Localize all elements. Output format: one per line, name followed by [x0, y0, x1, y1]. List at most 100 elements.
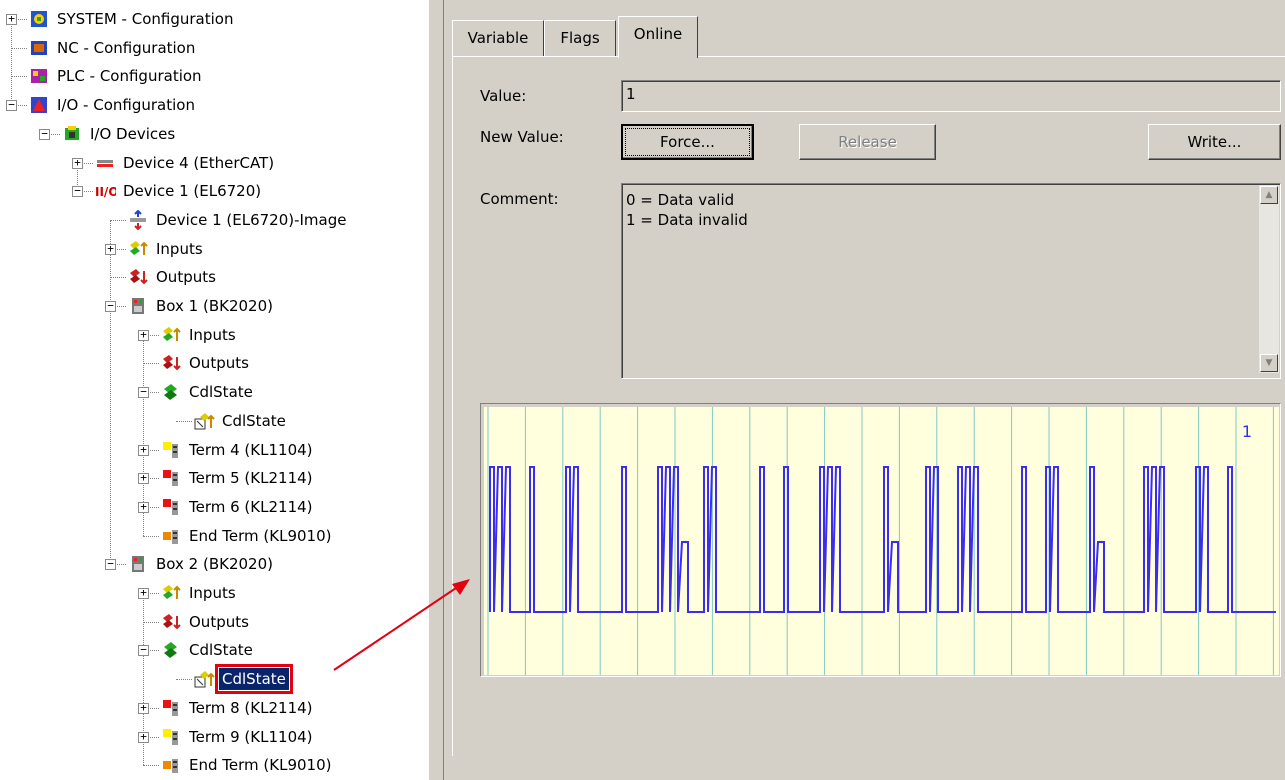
scroll-down-icon[interactable]: ▼ [1260, 354, 1278, 372]
variable-input-icon [193, 411, 215, 431]
chart-background [484, 407, 1279, 675]
nc-config-icon [28, 38, 48, 58]
inputs-icon [160, 325, 181, 345]
tree-node-label[interactable]: Term 5 (KL2114) [186, 467, 316, 489]
tree-node-label[interactable]: Term 6 (KL2114) [186, 496, 316, 518]
tree-node-label[interactable]: End Term (KL9010) [186, 754, 334, 776]
tree-node-label[interactable]: CdlState [186, 639, 256, 661]
expand-icon[interactable]: + [72, 157, 83, 169]
tree-node[interactable]: Outputs [0, 350, 428, 376]
system-config-icon [28, 9, 48, 29]
comment-box[interactable]: 0 = Data valid 1 = Data invalid ▲ ▼ [621, 183, 1281, 379]
variable-input-icon [193, 669, 215, 689]
tree-node[interactable]: + Term 9 (KL1104) [0, 724, 428, 750]
io-devices-icon [61, 124, 81, 144]
comment-line-1: 0 = Data valid [626, 191, 735, 209]
tree-node-label[interactable]: Term 9 (KL1104) [186, 726, 316, 748]
image-icon [127, 209, 147, 231]
terminal-end-icon [160, 526, 180, 546]
signal-chart: 1 [480, 403, 1281, 677]
tree-node[interactable]: − Box 1 (BK2020) [0, 293, 428, 319]
tree-node-label[interactable]: Inputs [186, 582, 239, 604]
expand-icon[interactable]: + [138, 472, 149, 485]
state-icon [160, 382, 180, 402]
expand-icon[interactable]: + [138, 444, 149, 456]
collapse-icon[interactable]: − [138, 386, 149, 399]
tree-node-label[interactable]: I/O Devices [87, 123, 178, 145]
comment-scrollbar[interactable]: ▲ ▼ [1259, 185, 1279, 373]
tree-node[interactable]: PLC - Configuration [0, 63, 428, 89]
tree-node[interactable]: CdlState [0, 408, 428, 434]
tree-node-label[interactable]: Term 8 (KL2114) [186, 697, 316, 719]
tree-node-label[interactable]: Box 2 (BK2020) [153, 553, 276, 575]
tree-node[interactable]: − CdlState [0, 379, 428, 405]
write-button[interactable]: Write... [1148, 124, 1281, 160]
collapse-icon[interactable]: − [105, 558, 116, 571]
tree-node-label[interactable]: SYSTEM - Configuration [54, 8, 236, 30]
tree-node[interactable]: + Term 8 (KL2114) [0, 695, 428, 721]
tab-online[interactable]: Online [618, 16, 698, 58]
tree-node-label[interactable]: I/O - Configuration [54, 94, 198, 116]
tree-node[interactable]: + Inputs [0, 322, 428, 348]
collapse-icon[interactable]: − [105, 300, 116, 312]
box-icon [127, 296, 147, 316]
tree-node-label[interactable]: PLC - Configuration [54, 65, 205, 87]
collapse-icon[interactable]: − [138, 644, 149, 657]
new-value-label: New Value: [480, 128, 564, 146]
tree-node-label[interactable]: End Term (KL9010) [186, 525, 334, 547]
expand-icon[interactable]: + [138, 731, 149, 743]
expand-icon[interactable]: + [138, 501, 149, 513]
annotation-arrow [333, 579, 470, 671]
tree-node-label[interactable]: Inputs [153, 238, 206, 260]
tree-node-label[interactable]: Device 4 (EtherCAT) [120, 152, 277, 174]
comment-line-2: 1 = Data invalid [626, 211, 748, 229]
expand-icon[interactable]: + [6, 13, 17, 25]
scroll-up-icon[interactable]: ▲ [1260, 186, 1278, 204]
expand-icon[interactable]: + [138, 587, 149, 599]
tree-node[interactable]: + Inputs [0, 236, 428, 262]
tab-variable[interactable]: Variable [452, 20, 544, 56]
ethercat-device-icon [94, 153, 114, 173]
terminal-yellow-icon [160, 727, 180, 747]
collapse-icon[interactable]: − [72, 185, 83, 198]
tree-node[interactable]: Outputs [0, 264, 428, 290]
tree-node-label[interactable]: CdlState [186, 381, 256, 403]
tree-node[interactable]: End Term (KL9010) [0, 752, 428, 778]
plc-config-icon [28, 66, 48, 86]
tree-node-label[interactable]: Device 1 (EL6720) [120, 180, 264, 202]
tab-flags[interactable]: Flags [544, 20, 616, 56]
tree-node[interactable]: − I/O Devices [0, 121, 428, 147]
tree-node[interactable]: + Term 6 (KL2114) [0, 494, 428, 520]
collapse-icon[interactable]: − [39, 128, 50, 140]
outputs-icon [127, 267, 148, 287]
expand-icon[interactable]: + [138, 702, 149, 714]
tree-node-label[interactable]: Outputs [186, 352, 252, 374]
selected-tree-label[interactable]: CdlState [215, 664, 293, 695]
tree-node-label[interactable]: Outputs [186, 611, 252, 633]
expand-icon[interactable]: + [105, 243, 116, 255]
tree-node-label[interactable]: CdlState [219, 410, 289, 432]
chart-current-value: 1 [1241, 422, 1252, 441]
box-icon [127, 554, 147, 574]
tree-node[interactable]: + Device 4 (EtherCAT) [0, 150, 428, 176]
tree-node[interactable]: − I/O - Configuration [0, 92, 428, 118]
tree-node-label[interactable]: Box 1 (BK2020) [153, 295, 276, 317]
force-button[interactable]: Force... [621, 124, 754, 160]
tree-node-label[interactable]: Device 1 (EL6720)-Image [153, 209, 349, 231]
tree-node-label[interactable]: Term 4 (KL1104) [186, 439, 316, 461]
tree-node[interactable]: NC - Configuration [0, 35, 428, 61]
tree-node[interactable]: End Term (KL9010) [0, 523, 428, 549]
terminal-red-icon [160, 468, 180, 488]
tree-node[interactable]: − II/O Device 1 (EL6720) [0, 178, 428, 204]
expand-icon[interactable]: + [138, 329, 149, 341]
tree-node-label[interactable]: Inputs [186, 324, 239, 346]
release-button[interactable]: Release [799, 124, 936, 160]
collapse-icon[interactable]: − [6, 99, 17, 112]
tree-node[interactable]: Device 1 (EL6720)-Image [0, 207, 428, 233]
tree-node[interactable]: + Term 4 (KL1104) [0, 437, 428, 463]
tree-node[interactable]: + SYSTEM - Configuration [0, 6, 428, 32]
terminal-red-icon [160, 698, 180, 718]
tree-node-label[interactable]: Outputs [153, 266, 219, 288]
tree-node-label[interactable]: NC - Configuration [54, 37, 198, 59]
tree-node[interactable]: + Term 5 (KL2114) [0, 465, 428, 491]
